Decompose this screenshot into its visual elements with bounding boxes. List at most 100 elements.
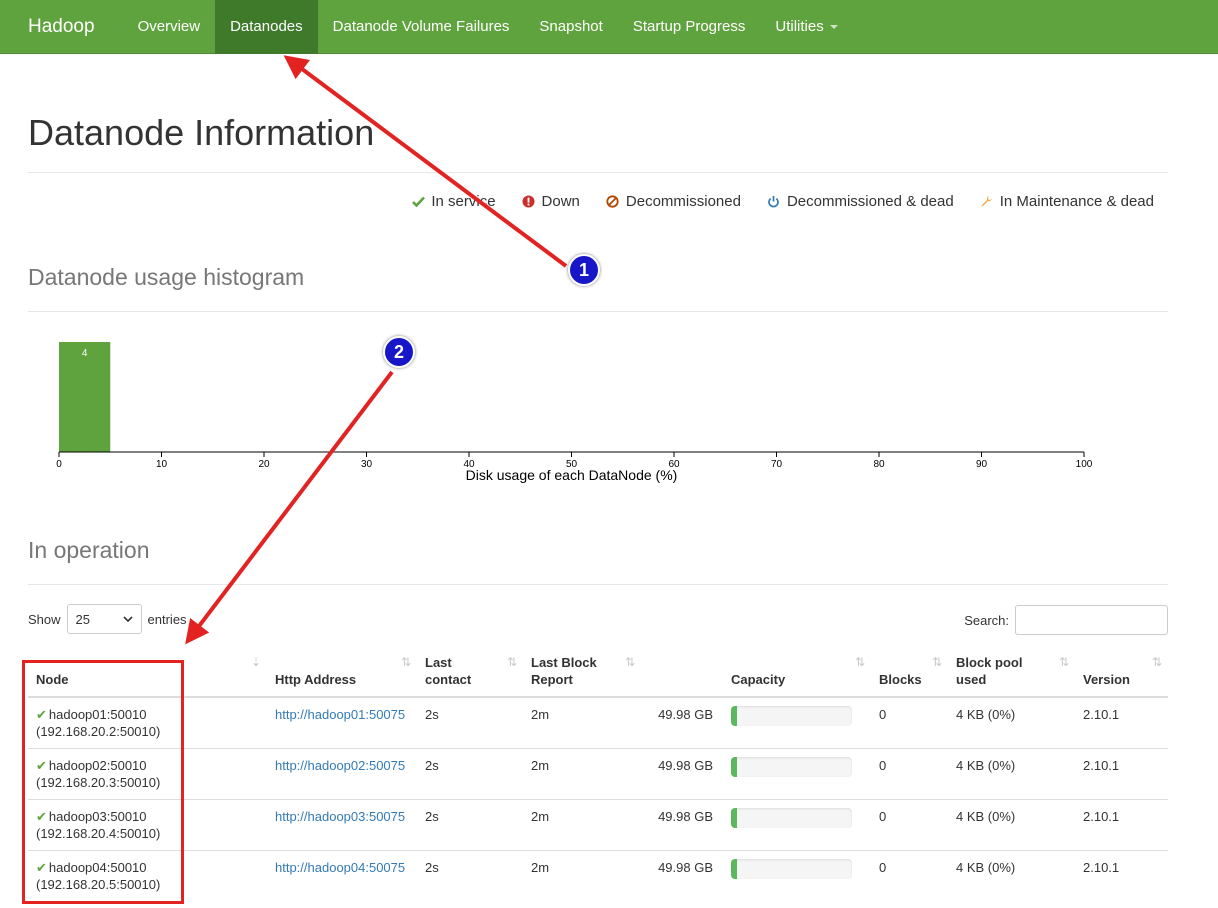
capacity-bar-fill (731, 757, 738, 777)
nav-overview[interactable]: Overview (123, 0, 216, 54)
page-size-value: 25 (75, 611, 90, 627)
legend-decommissioned: Decommissioned (606, 193, 741, 210)
column-header-block-pool-used[interactable]: Block pool used ⇅ (948, 646, 1075, 698)
legend-label: Decommissioned (625, 193, 741, 210)
legend-down: Down (522, 193, 580, 210)
capacity-bar (731, 757, 852, 777)
capacity-bar-cell (723, 850, 871, 902)
capacity-bar-fill (731, 706, 738, 726)
http-address-cell: http://hadoop01:50075 (267, 697, 417, 749)
histogram-tick-label: 30 (361, 459, 373, 470)
histogram-tick-label: 70 (771, 459, 783, 470)
block-pool-used-cell: 4 KB (0%) (956, 707, 1016, 722)
capacity-value: 49.98 GB (658, 707, 713, 722)
legend-decommissioned-dead: Decommissioned & dead (767, 193, 954, 210)
blocks-cell: 0 (879, 707, 887, 722)
http-address-link[interactable]: http://hadoop01:50075 (275, 707, 405, 722)
capacity-bar (731, 808, 852, 828)
table-row: ✔ hadoop04:50010 (192.168.20.5:50010) http… (28, 850, 1168, 902)
operation-title: In operation (28, 537, 150, 563)
nav-startup-progress[interactable]: Startup Progress (618, 0, 761, 54)
column-header-http-address[interactable]: Http Address ⇅ (267, 646, 417, 698)
capacity-value: 49.98 GB (641, 748, 723, 800)
divider (28, 311, 1168, 312)
entries-label: entries (147, 611, 187, 627)
block-pool-used-cell: 4 KB (0%) (948, 850, 1075, 902)
divider (28, 172, 1168, 173)
caret-down-icon (829, 24, 838, 29)
nav-utilities-dropdown[interactable]: Utilities (760, 0, 852, 54)
last-block-report-cell: 2m (523, 748, 641, 800)
annotation-badge-2: 2 (383, 336, 415, 368)
page-title: Datanode Information (28, 112, 375, 153)
capacity-bar-fill (731, 859, 738, 879)
search-control: Search: (964, 605, 1168, 635)
page-size-select[interactable]: 25 (66, 604, 142, 634)
sort-icon: ⇅ (506, 655, 517, 669)
last-contact-cell: 2s (417, 799, 523, 851)
histogram-bar-label: 4 (82, 348, 88, 359)
histogram-tick-label: 90 (976, 459, 988, 470)
capacity-bar-cell (723, 697, 871, 749)
capacity-value: 49.98 GB (641, 799, 723, 851)
chevron-down-icon (122, 616, 133, 622)
http-address-link[interactable]: http://hadoop03:50075 (275, 809, 405, 824)
http-address-link[interactable]: http://hadoop02:50075 (275, 758, 405, 773)
annotation-arrow-1 (283, 55, 568, 268)
page-size-control: Show 25 entries (28, 604, 187, 634)
table-header-row: Node ⇣ Http Address ⇅ Last contact ⇅ Last Bl… (28, 646, 1168, 698)
histogram-tick-label: 20 (258, 459, 270, 470)
nav-datanodes[interactable]: Datanodes (215, 0, 318, 54)
search-input[interactable] (1015, 605, 1168, 635)
table-row: ✔ hadoop02:50010 (192.168.20.3:50010) http… (28, 748, 1168, 800)
divider (28, 584, 1168, 585)
histogram-tick-label: 0 (56, 459, 62, 470)
wrench-icon (980, 195, 994, 209)
version-cell: 2.10.1 (1075, 850, 1168, 902)
ban-icon (606, 195, 620, 209)
column-header-blocks[interactable]: Blocks ⇅ (871, 646, 948, 698)
column-header-last-block-report[interactable]: Last Block Report ⇅ (523, 646, 641, 698)
table-row: ✔ hadoop01:50010 (192.168.20.2:50010) http… (28, 697, 1168, 749)
sort-icon: ⇅ (1151, 655, 1162, 669)
sort-icon: ⇅ (400, 655, 411, 669)
exclamation-circle-icon (522, 195, 536, 209)
capacity-bar-cell (723, 748, 871, 800)
version-cell: 2.10.1 (1083, 707, 1120, 722)
capacity-bar (731, 859, 852, 879)
legend-label: In Maintenance & dead (999, 193, 1154, 210)
capacity-bar-fill (731, 808, 738, 828)
annotation-highlight-box (22, 660, 184, 904)
http-address-cell: http://hadoop02:50075 (267, 748, 417, 800)
capacity-value: 49.98 GB (641, 850, 723, 902)
sort-icon: ⇅ (931, 655, 942, 669)
column-header-capacity[interactable]: Capacity ⇅ (723, 646, 871, 698)
http-address-cell: http://hadoop03:50075 (267, 799, 417, 851)
sort-icon: ⇅ (1058, 655, 1069, 669)
check-icon (411, 195, 425, 209)
blocks-cell: 0 (871, 799, 948, 851)
nav-utilities-label: Utilities (775, 17, 824, 35)
version-cell: 2.10.1 (1075, 799, 1168, 851)
sort-icon: ⇅ (854, 655, 865, 669)
show-label: Show (28, 611, 61, 627)
usage-histogram: 40 10 20 30 40 50 60 70 80 90 100Disk usage of eac… (56, 342, 1093, 483)
nav-snapshot[interactable]: Snapshot (524, 0, 617, 54)
sort-asc-icon: ⇣ (250, 655, 261, 669)
histogram-x-axis-label: Disk usage of each DataNode (%) (466, 467, 678, 483)
annotation-badge-1: 1 (568, 254, 600, 286)
http-address-cell: http://hadoop04:50075 (267, 850, 417, 902)
legend-in-maintenance-dead: In Maintenance & dead (980, 193, 1154, 210)
blocks-cell: 0 (871, 748, 948, 800)
brand-logo[interactable]: Hadoop (0, 0, 123, 54)
last-block-report-cell: 2m (523, 850, 641, 902)
column-header-last-contact[interactable]: Last contact ⇅ (417, 646, 523, 698)
nav-datanode-volume-failures[interactable]: Datanode Volume Failures (318, 0, 525, 54)
last-block-report-cell: 2m (531, 707, 550, 722)
column-header-version[interactable]: Version ⇅ (1075, 646, 1168, 698)
sort-icon: ⇅ (624, 655, 635, 669)
legend-label: In service (431, 193, 496, 210)
http-address-link[interactable]: http://hadoop04:50075 (275, 860, 405, 875)
block-pool-used-cell: 4 KB (0%) (948, 799, 1075, 851)
search-label: Search: (964, 612, 1009, 628)
